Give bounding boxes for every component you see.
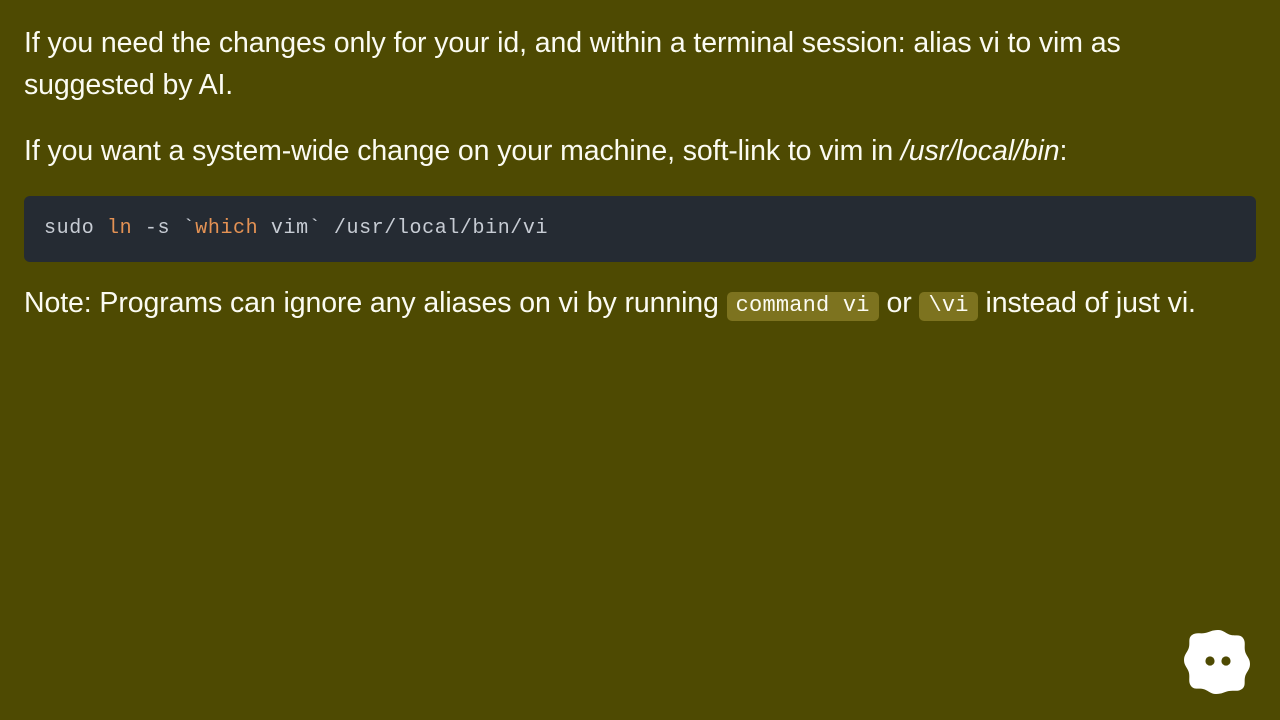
code-token-3: which (195, 217, 259, 240)
paragraph-note-middle: or (878, 287, 920, 319)
blob-dot-left (1205, 656, 1215, 666)
code-block[interactable]: sudo ln -s `which vim` /usr/local/bin/vi (24, 196, 1256, 262)
code-token-2: -s ` (132, 217, 196, 240)
paragraph-systemwide: If you want a system-wide change on your… (24, 130, 1256, 172)
code-line: sudo ln -s `which vim` /usr/local/bin/vi (44, 217, 548, 241)
code-token-4: vim` /usr/local/bin/vi (258, 217, 549, 240)
blob-dots-indicator[interactable] (1182, 624, 1254, 696)
paragraph-systemwide-trail: : (1059, 135, 1068, 167)
paragraph-note: Note: Programs can ignore any aliases on… (24, 282, 1256, 324)
inline-code-backslash-vi: \vi (919, 292, 978, 321)
paragraph-alias-note-text: If you need the changes only for your id… (24, 27, 1121, 101)
inline-code-command-vi: command vi (726, 292, 879, 321)
paragraph-note-trail: instead of just vi. (977, 287, 1196, 319)
code-token-0: sudo (44, 217, 108, 240)
path-italic: /usr/local/bin (900, 135, 1060, 167)
paragraph-systemwide-lead: If you want a system-wide change on your… (24, 135, 901, 167)
blob-dots-icon (1184, 630, 1250, 694)
paragraph-alias-note: If you need the changes only for your id… (24, 22, 1256, 106)
paragraph-note-lead: Note: Programs can ignore any aliases on… (24, 287, 727, 319)
blob-dot-right (1221, 656, 1231, 666)
code-token-1: ln (107, 217, 133, 240)
document-page: If you need the changes only for your id… (0, 0, 1280, 720)
